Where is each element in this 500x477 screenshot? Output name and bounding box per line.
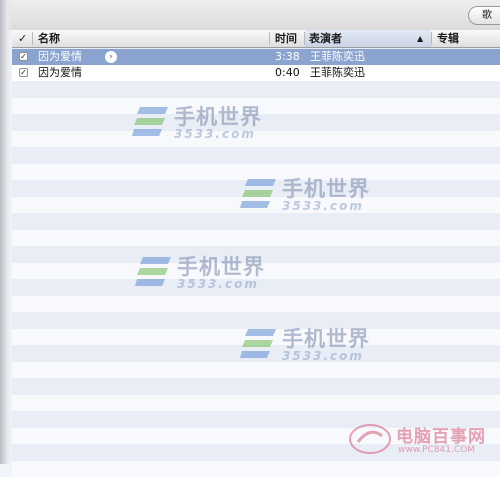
- track-checkbox[interactable]: ✓: [19, 52, 28, 61]
- column-header-time[interactable]: 时间: [275, 30, 297, 47]
- track-name: 因为爱情: [38, 65, 82, 81]
- watermark: 手机世界 3533.com: [240, 175, 380, 217]
- corner-watermark-logo-icon: [348, 422, 392, 456]
- track-time: 0:40: [275, 65, 300, 81]
- empty-row: [12, 378, 500, 395]
- watermark: 手机世界 3533.com: [132, 103, 272, 145]
- watermark: 手机世界 3533.com: [240, 325, 380, 367]
- sort-ascending-icon: ▲: [417, 30, 423, 47]
- sidebar-edge: [0, 0, 12, 464]
- corner-watermark-subtext: www.PC841.COM: [398, 445, 475, 455]
- corner-watermark: 电脑百事网 www.PC841.COM: [348, 420, 498, 460]
- watermark: 手机世界 3533.com: [135, 253, 275, 295]
- watermark-subtext: 3533.com: [282, 199, 364, 213]
- column-header-name[interactable]: 名称: [38, 30, 60, 47]
- track-time: 3:38: [275, 49, 300, 65]
- empty-row: [12, 461, 500, 477]
- top-toolbar: 歌: [0, 0, 500, 30]
- column-header-artist-label: 表演者: [305, 32, 342, 45]
- column-header-check[interactable]: ✓: [18, 30, 27, 47]
- column-header-row: ✓ 名称 时间 表演者 ▲ 专辑: [12, 30, 500, 48]
- track-name: 因为爱情: [38, 49, 82, 65]
- watermark-logo-icon: [240, 177, 278, 211]
- watermark-subtext: 3533.com: [282, 349, 364, 363]
- column-header-artist[interactable]: 表演者 ▲: [305, 30, 431, 47]
- corner-watermark-text: 电脑百事网: [396, 422, 486, 447]
- column-divider: [431, 32, 432, 45]
- column-divider: [32, 32, 33, 45]
- watermark-logo-icon: [240, 327, 278, 361]
- track-checkbox[interactable]: ✓: [19, 68, 28, 77]
- track-artist: 王菲陈奕迅: [310, 65, 365, 81]
- watermark-subtext: 3533.com: [177, 277, 259, 291]
- empty-row: [12, 147, 500, 164]
- watermark-logo-icon: [135, 255, 173, 289]
- empty-row: [12, 395, 500, 412]
- column-divider: [269, 32, 270, 45]
- column-header-album[interactable]: 专辑: [437, 30, 459, 47]
- empty-row: [12, 230, 500, 247]
- watermark-logo-icon: [132, 105, 170, 139]
- empty-row: [12, 296, 500, 313]
- track-list: ✓ 名称 时间 表演者 ▲ 专辑 ✓ 因为爱情 › 3:38 王菲陈奕迅 ✓ 因…: [12, 30, 500, 464]
- go-to-arrow-icon[interactable]: ›: [105, 51, 117, 63]
- view-toggle-button[interactable]: 歌: [468, 6, 500, 25]
- track-artist: 王菲陈奕迅: [310, 49, 365, 65]
- watermark-subtext: 3533.com: [174, 127, 256, 141]
- empty-row: [12, 81, 500, 98]
- track-row[interactable]: ✓ 因为爱情 0:40 王菲陈奕迅: [12, 65, 500, 81]
- track-row-selected[interactable]: ✓ 因为爱情 › 3:38 王菲陈奕迅: [12, 49, 500, 65]
